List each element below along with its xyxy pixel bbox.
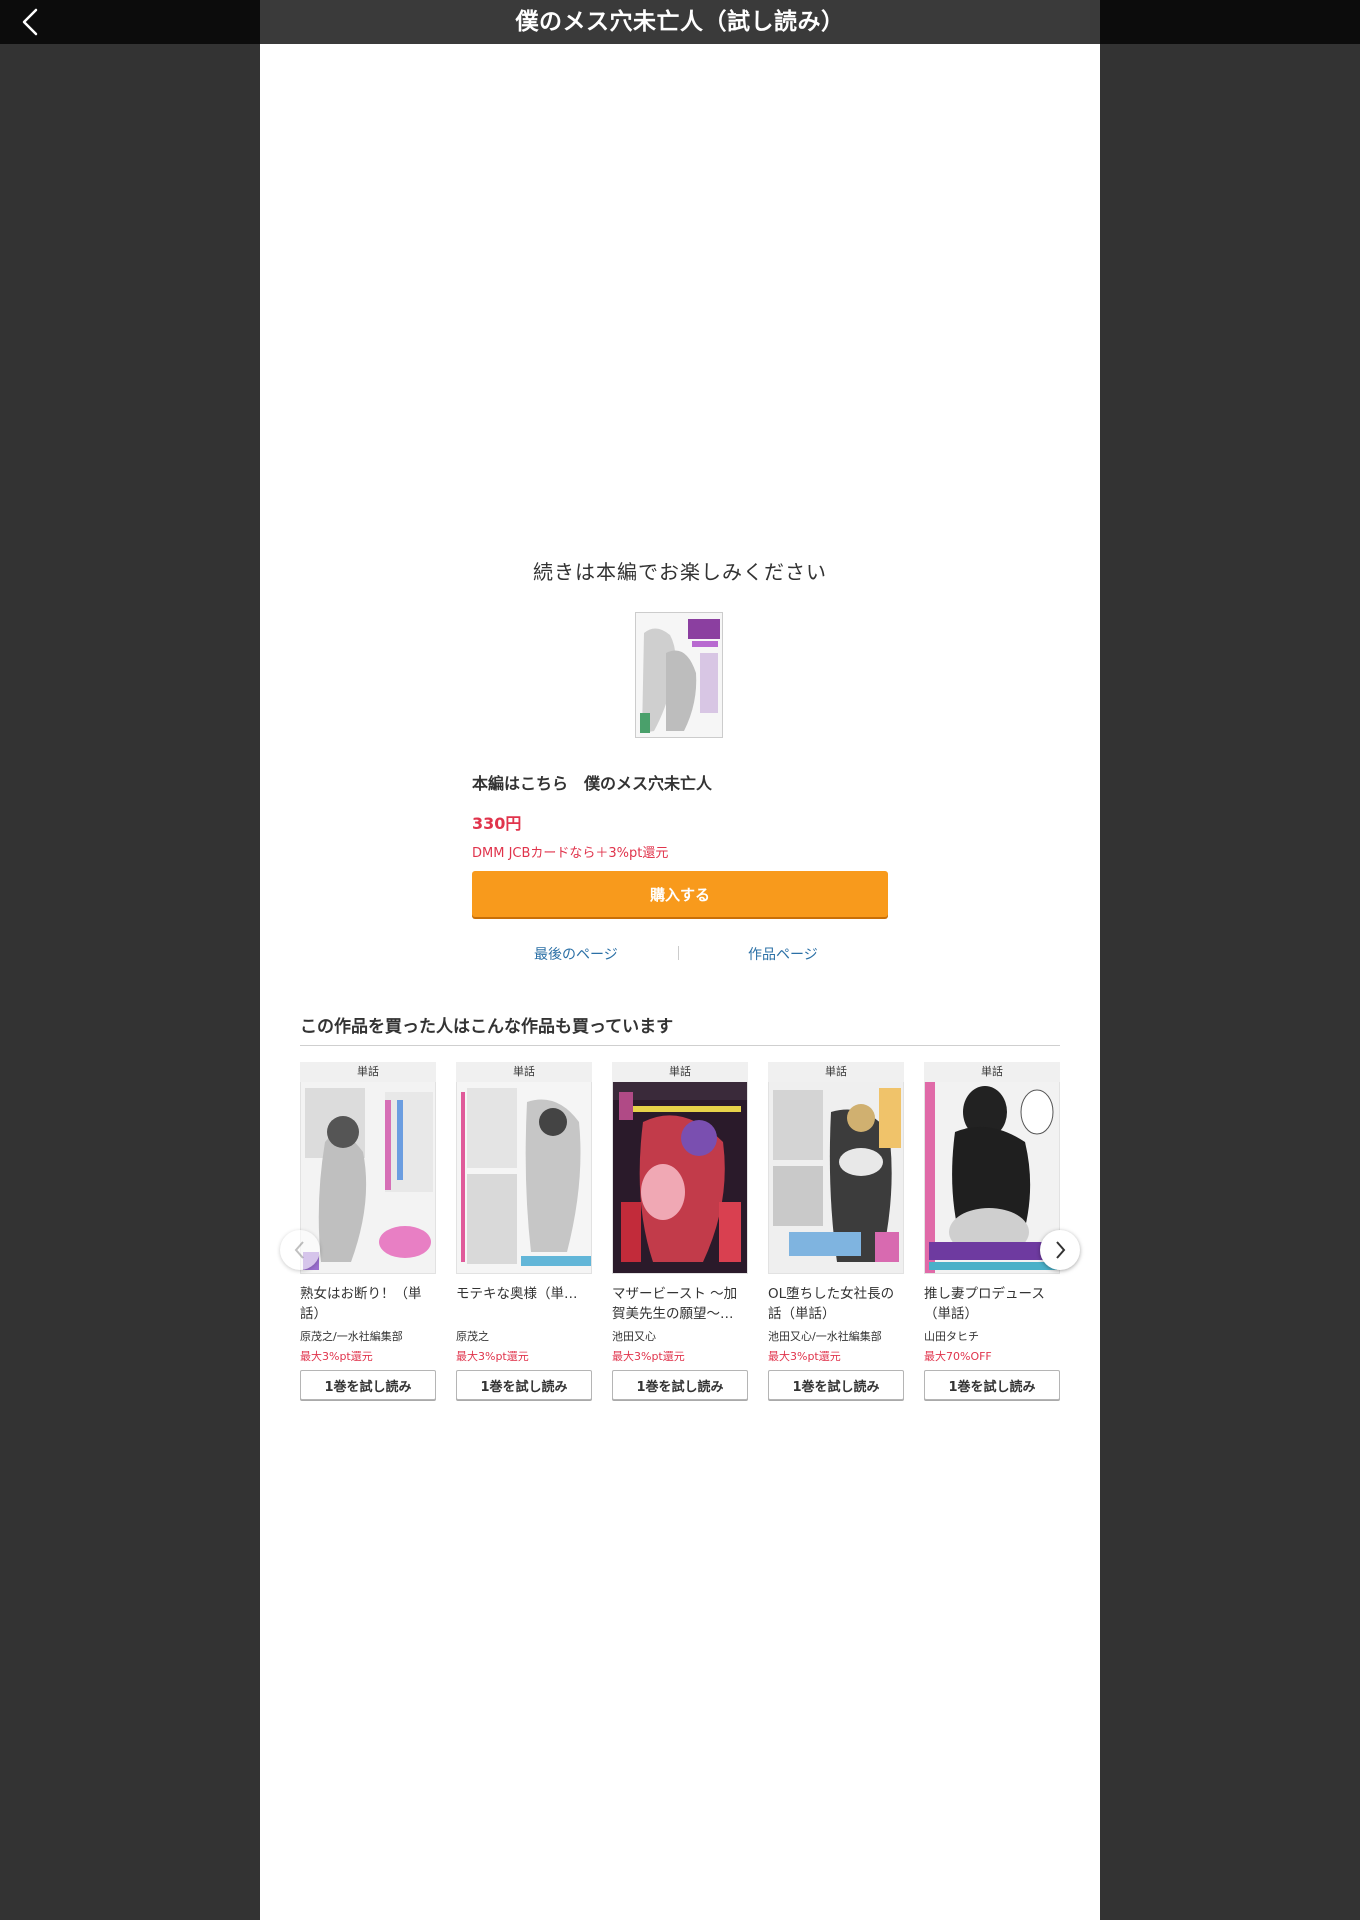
trial-read-button[interactable]: 1巻を試し読み	[300, 1370, 436, 1400]
reader-page: 続きは本編でお楽しみください 本編はこちら 僕のメス穴未亡人 330円 DMM …	[260, 44, 1100, 1920]
link-divider	[678, 946, 679, 960]
recommend-item[interactable]: 単話 モテキな奥様（単… 原茂之 最大3%pt還元 1巻を試し読み	[456, 1062, 592, 1400]
last-page-link[interactable]: 最後のページ	[534, 944, 618, 964]
item-title[interactable]: マザービースト 〜加賀美先生の願望〜…	[612, 1284, 748, 1326]
item-point: 最大3%pt還元	[456, 1350, 529, 1363]
price: 330円	[472, 814, 522, 833]
item-author: 池田又心	[612, 1330, 656, 1343]
item-title[interactable]: 熟女はお断り！（単話）	[300, 1284, 436, 1326]
item-badge: 単話	[768, 1062, 904, 1082]
top-bar: 僕のメス穴未亡人（試し読み）	[0, 0, 1360, 44]
back-button[interactable]	[14, 4, 50, 40]
item-badge: 単話	[456, 1062, 592, 1082]
trial-read-button[interactable]: 1巻を試し読み	[768, 1370, 904, 1400]
trial-read-button[interactable]: 1巻を試し読み	[924, 1370, 1060, 1400]
item-author: 山田タヒチ	[924, 1330, 979, 1343]
recommend-item[interactable]: 単話 マザービースト 〜加賀美先生の願望〜… 池田又心 最大3%pt還元 1巻を…	[612, 1062, 748, 1400]
item-author: 池田又心/一水社編集部	[768, 1330, 882, 1343]
carousel-prev-button[interactable]	[280, 1230, 320, 1270]
item-point: 最大70%OFF	[924, 1350, 992, 1363]
chevron-left-icon	[294, 1241, 304, 1259]
item-cover-image[interactable]	[300, 1082, 436, 1274]
trial-read-button[interactable]: 1巻を試し読み	[456, 1370, 592, 1400]
page-links: 最後のページ 作品ページ	[472, 944, 888, 966]
item-author: 原茂之/一水社編集部	[300, 1330, 403, 1343]
item-title[interactable]: モテキな奥様（単…	[456, 1284, 592, 1326]
item-badge: 単話	[300, 1062, 436, 1082]
point-campaign: DMM JCBカードなら＋3%pt還元	[472, 846, 669, 861]
item-cover-image[interactable]	[612, 1082, 748, 1274]
item-title[interactable]: OL堕ちした女社長の話（単話）	[768, 1284, 904, 1326]
main-cover-image[interactable]	[635, 612, 723, 738]
main-work-title: 本編はこちら 僕のメス穴未亡人	[472, 774, 713, 793]
purchase-button[interactable]: 購入する	[472, 871, 888, 917]
chevron-left-icon	[22, 8, 38, 36]
purchase-info: 本編はこちら 僕のメス穴未亡人 330円 DMM JCBカードなら＋3%pt還元…	[472, 770, 888, 917]
item-point: 最大3%pt還元	[768, 1350, 841, 1363]
item-author: 原茂之	[456, 1330, 489, 1343]
carousel-next-button[interactable]	[1040, 1230, 1080, 1270]
item-point: 最大3%pt還元	[612, 1350, 685, 1363]
item-title[interactable]: 推し妻プロデュース（単話）	[924, 1284, 1060, 1326]
item-cover-image[interactable]	[768, 1082, 904, 1274]
item-badge: 単話	[924, 1062, 1060, 1082]
item-badge: 単話	[612, 1062, 748, 1082]
recommend-item[interactable]: 単話 熟女はお断り！（単話） 原茂之/一水社編集部 最大3%pt還元 1巻を試し…	[300, 1062, 436, 1400]
chevron-right-icon	[1056, 1241, 1066, 1259]
item-point: 最大3%pt還元	[300, 1350, 373, 1363]
trial-read-button[interactable]: 1巻を試し読み	[612, 1370, 748, 1400]
item-cover-image[interactable]	[456, 1082, 592, 1274]
recommend-carousel: 単話 熟女はお断り！（単話） 原茂之/一水社編集部 最大3%pt還元 1巻を試し…	[300, 1062, 1060, 1400]
recommend-heading: この作品を買った人はこんな作品も買っています	[300, 1012, 1060, 1046]
product-page-link[interactable]: 作品ページ	[748, 944, 818, 964]
continue-message: 続きは本編でお楽しみください	[533, 560, 827, 584]
page-title: 僕のメス穴未亡人（試し読み）	[515, 9, 845, 35]
recommend-item[interactable]: 単話 推し妻プロデュース（単話） 山田タヒチ 最大70%OFF 1巻を試し読み	[924, 1062, 1060, 1400]
recommend-item[interactable]: 単話 OL堕ちした女社長の話（単話） 池田又心/一水社編集部 最大3%pt還元 …	[768, 1062, 904, 1400]
